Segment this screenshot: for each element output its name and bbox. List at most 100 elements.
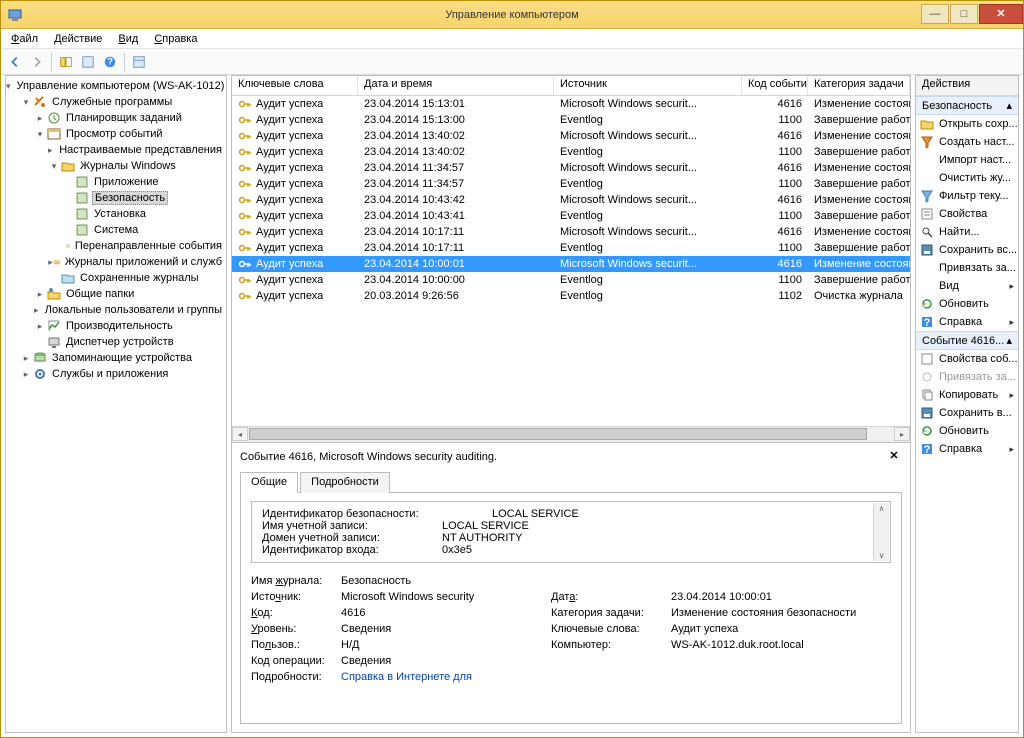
tree-local-users[interactable]: ▸Локальные пользователи и группы: [34, 302, 226, 318]
action-find[interactable]: Найти...: [916, 223, 1018, 241]
horizontal-scrollbar[interactable]: ◂ ▸: [232, 426, 910, 442]
action-refresh[interactable]: Обновить: [916, 295, 1018, 313]
action-attach-task[interactable]: Привязать за...: [916, 259, 1018, 277]
expand-icon[interactable]: ▸: [34, 304, 39, 316]
event-row[interactable]: Аудит успеха23.04.2014 10:43:41Eventlog1…: [232, 208, 910, 224]
action-help[interactable]: ?Справка▸: [916, 313, 1018, 331]
collapse-icon[interactable]: ▾: [34, 128, 46, 140]
action-event-properties[interactable]: Свойства соб...: [916, 350, 1018, 368]
expand-icon[interactable]: ▸: [20, 352, 32, 364]
action-filter-current[interactable]: Фильтр теку...: [916, 187, 1018, 205]
event-row[interactable]: Аудит успеха23.04.2014 10:00:00Eventlog1…: [232, 272, 910, 288]
event-row[interactable]: Аудит успеха23.04.2014 10:00:01Microsoft…: [232, 256, 910, 272]
col-keywords[interactable]: Ключевые слова: [232, 76, 358, 95]
body: ▾ Управление компьютером (WS-AK-1012) ▾ …: [1, 75, 1023, 737]
tree-system-log[interactable]: Система: [62, 222, 226, 238]
event-rows[interactable]: Аудит успеха23.04.2014 15:13:01Microsoft…: [232, 96, 910, 426]
tree-application-log[interactable]: Приложение: [62, 174, 226, 190]
tree-setup-log[interactable]: Установка: [62, 206, 226, 222]
actions-section-security[interactable]: Безопасность▴: [916, 96, 1018, 115]
col-datetime[interactable]: Дата и время: [358, 76, 554, 95]
scroll-left-button[interactable]: ◂: [232, 427, 248, 441]
scroll-right-button[interactable]: ▸: [894, 427, 910, 441]
expand-icon[interactable]: ▸: [34, 320, 46, 332]
tree-saved-logs[interactable]: Сохраненные журналы: [48, 270, 226, 286]
event-row[interactable]: Аудит успеха23.04.2014 11:34:57Microsoft…: [232, 160, 910, 176]
col-event-id[interactable]: Код события: [742, 76, 808, 95]
event-row[interactable]: Аудит успеха23.04.2014 13:40:02Microsoft…: [232, 128, 910, 144]
tree-windows-logs[interactable]: ▾Журналы Windows: [48, 158, 226, 174]
actions-header: Действия: [916, 76, 1018, 96]
column-headers[interactable]: Ключевые слова Дата и время Источник Код…: [232, 76, 910, 96]
event-row[interactable]: Аудит успеха23.04.2014 15:13:00Eventlog1…: [232, 112, 910, 128]
tree-performance[interactable]: ▸Производительность: [34, 318, 226, 334]
tree-sys-tools[interactable]: ▾ Служебные программы: [20, 94, 226, 110]
show-hide-tree-button[interactable]: [56, 52, 76, 72]
action-properties[interactable]: Свойства: [916, 205, 1018, 223]
action-event-save[interactable]: Сохранить в...: [916, 404, 1018, 422]
maximize-button[interactable]: □: [950, 4, 978, 24]
action-import-custom[interactable]: Импорт наст...: [916, 151, 1018, 169]
tree-panel[interactable]: ▾ Управление компьютером (WS-AK-1012) ▾ …: [5, 75, 227, 733]
window-controls: — □ ✕: [920, 4, 1023, 26]
close-button[interactable]: ✕: [979, 4, 1023, 24]
actions-section-event[interactable]: Событие 4616...▴: [916, 331, 1018, 350]
nav-back-button[interactable]: [5, 52, 25, 72]
tree-services-apps[interactable]: ▸Службы и приложения: [20, 366, 226, 382]
action-event-copy[interactable]: Копировать▸: [916, 386, 1018, 404]
event-row[interactable]: Аудит успеха23.04.2014 10:17:11Microsoft…: [232, 224, 910, 240]
event-row[interactable]: Аудит успеха23.04.2014 10:17:11Eventlog1…: [232, 240, 910, 256]
collapse-icon[interactable]: ▾: [48, 160, 60, 172]
action-create-custom[interactable]: Создать наст...: [916, 133, 1018, 151]
help-button[interactable]: ?: [100, 52, 120, 72]
menu-action[interactable]: Действие: [48, 32, 108, 46]
col-task-category[interactable]: Категория задачи: [808, 76, 910, 95]
tree-root[interactable]: ▾ Управление компьютером (WS-AK-1012): [6, 78, 226, 94]
menu-help[interactable]: Справка: [148, 32, 203, 46]
event-row[interactable]: Аудит успеха23.04.2014 11:34:57Eventlog1…: [232, 176, 910, 192]
tree-event-viewer[interactable]: ▾Просмотр событий: [34, 126, 226, 142]
expand-icon[interactable]: ▸: [20, 368, 32, 380]
event-row[interactable]: Аудит успеха23.04.2014 15:13:01Microsoft…: [232, 96, 910, 112]
expand-icon[interactable]: ▸: [34, 112, 46, 124]
tree-task-scheduler[interactable]: ▸Планировщик заданий: [34, 110, 226, 126]
tree-app-serv-logs[interactable]: ▸Журналы приложений и служб: [48, 254, 226, 270]
event-row[interactable]: Аудит успеха23.04.2014 13:40:02Eventlog1…: [232, 144, 910, 160]
event-row[interactable]: Аудит успеха23.04.2014 10:43:42Microsoft…: [232, 192, 910, 208]
expand-icon[interactable]: ▸: [34, 288, 46, 300]
tree-forwarded-log[interactable]: Перенаправленные события: [62, 238, 226, 254]
action-save-all[interactable]: Сохранить вс...: [916, 241, 1018, 259]
detail-close-button[interactable]: ✕: [886, 449, 902, 465]
menu-view[interactable]: Вид: [112, 32, 144, 46]
action-event-refresh[interactable]: Обновить: [916, 422, 1018, 440]
toolbar-btn-2[interactable]: [78, 52, 98, 72]
action-event-help[interactable]: ?Справка▸: [916, 440, 1018, 458]
tab-details[interactable]: Подробности: [300, 472, 390, 493]
col-source[interactable]: Источник: [554, 76, 742, 95]
menu-file[interactable]: Файл: [5, 32, 44, 46]
action-view[interactable]: Вид▸: [916, 277, 1018, 295]
minimize-button[interactable]: —: [921, 4, 949, 24]
action-clear-log[interactable]: Очистить жу...: [916, 169, 1018, 187]
tree-storage[interactable]: ▸Запоминающие устройства: [20, 350, 226, 366]
event-row[interactable]: Аудит успеха20.03.2014 9:26:56Eventlog11…: [232, 288, 910, 304]
online-help-link[interactable]: Справка в Интернете для: [341, 671, 551, 683]
key-icon: [238, 129, 252, 143]
tree-shared-folders[interactable]: ▸Общие папки: [34, 286, 226, 302]
nav-forward-button[interactable]: [27, 52, 47, 72]
expand-icon[interactable]: ▸: [48, 256, 53, 268]
titlebar[interactable]: Управление компьютером — □ ✕: [1, 1, 1023, 29]
toolbar-btn-3[interactable]: [129, 52, 149, 72]
tree-device-manager[interactable]: Диспетчер устройств: [34, 334, 226, 350]
tree-security-log[interactable]: Безопасность: [62, 190, 226, 206]
tree-custom-views[interactable]: ▸Настраиваемые представления: [48, 142, 226, 158]
expand-icon[interactable]: ▸: [48, 144, 53, 156]
collapse-icon[interactable]: ▾: [20, 96, 32, 108]
collapse-icon[interactable]: ▾: [6, 80, 11, 92]
attach-icon: [920, 370, 934, 384]
tab-general[interactable]: Общие: [240, 472, 298, 493]
subject-scrollbar[interactable]: ∧∨: [873, 503, 889, 561]
lbl-logname: Имя журнала:: [251, 575, 341, 587]
folder-icon: [61, 271, 75, 285]
action-open-saved[interactable]: Открыть сохр...: [916, 115, 1018, 133]
